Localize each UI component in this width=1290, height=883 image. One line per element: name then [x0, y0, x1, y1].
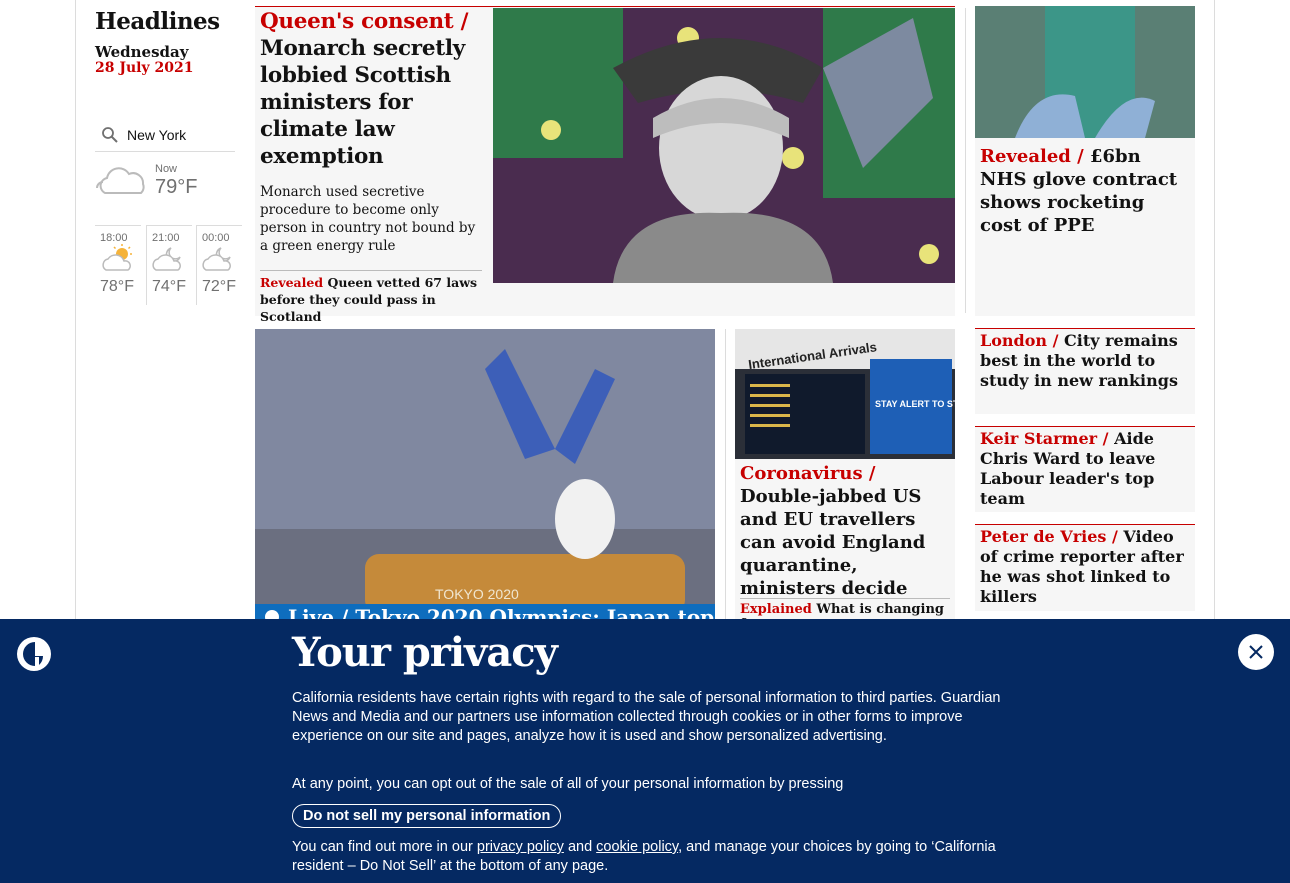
- forecast-time: 00:00: [202, 232, 230, 244]
- privacy-paragraph: California residents have certain rights…: [292, 690, 1001, 744]
- covid-kicker: Coronavirus /: [740, 463, 876, 484]
- weather-now-temp: 79°F: [155, 176, 198, 198]
- lead-standfirst: Monarch used secretive procedure to beco…: [260, 184, 476, 254]
- privacy-text: and: [567, 839, 593, 855]
- forecast-time: 21:00: [152, 232, 180, 244]
- location-input[interactable]: [127, 126, 232, 143]
- side-story-headline: Peter de Vries / Video of crime reporter…: [975, 527, 1195, 607]
- side-kicker: Revealed /: [980, 146, 1084, 167]
- current-day: Wednesday: [95, 43, 189, 61]
- side-story[interactable]: Keir Starmer / Aide Chris Ward to leave …: [975, 427, 1195, 512]
- lead-headline[interactable]: Queen's consent / Monarch secretly lobbi…: [260, 8, 485, 170]
- lead-sublink[interactable]: Revealed Queen vetted 67 laws before the…: [260, 270, 482, 325]
- side-story-headline: Keir Starmer / Aide Chris Ward to leave …: [975, 429, 1195, 509]
- cloudy-icon: [96, 167, 145, 194]
- olympics-image[interactable]: TOKYO 2020: [255, 329, 715, 619]
- privacy-text: You can find out more in our: [292, 839, 473, 855]
- covid-headline[interactable]: Coronavirus / Double-jabbed US and EU tr…: [740, 462, 952, 600]
- location-search[interactable]: [95, 118, 235, 152]
- privacy-paragraph: You can find out more in our privacy pol…: [292, 838, 1002, 876]
- section-title: Headlines: [95, 8, 220, 35]
- close-icon: [1249, 645, 1263, 659]
- do-not-sell-button[interactable]: Do not sell my personal information: [292, 804, 562, 828]
- side-kicker: London /: [980, 331, 1059, 350]
- cookie-policy-link[interactable]: cookie policy: [596, 839, 678, 855]
- side-kicker: Peter de Vries /: [980, 527, 1118, 546]
- side-story-headline: London / City remains best in the world …: [975, 331, 1195, 391]
- weather-now-label: Now: [155, 163, 178, 175]
- lead-headline-text: Monarch secretly lobbied Scottish minist…: [260, 36, 465, 169]
- side-story-headline: Revealed / £6bn NHS glove contract shows…: [975, 145, 1195, 237]
- forecast-slot: 18:00 78°F: [95, 225, 141, 305]
- lead-story-rule: [255, 6, 955, 7]
- covid-sub-kicker: Explained: [740, 602, 812, 617]
- queen-photo: [493, 8, 955, 283]
- forecast-slot: 21:00 74°F: [146, 225, 192, 305]
- forecast-temp: 72°F: [202, 278, 236, 295]
- forecast-slot: 00:00 72°F: [196, 225, 242, 305]
- privacy-paragraph: At any point, you can opt out of the sal…: [292, 776, 844, 792]
- ppe-photo: [975, 6, 1195, 138]
- covid-image[interactable]: International Arrivals STAY ALERT TO STA…: [735, 329, 955, 459]
- side-story[interactable]: Peter de Vries / Video of crime reporter…: [975, 525, 1195, 611]
- partly-sunny-icon: [102, 244, 132, 271]
- covid-headline-text: Double-jabbed US and EU travellers can a…: [740, 486, 926, 599]
- arrivals-board-photo: International Arrivals STAY ALERT TO STA…: [735, 329, 955, 459]
- cloudy-night-icon: [152, 247, 181, 271]
- forecast-temp: 74°F: [152, 278, 186, 295]
- forecast-time: 18:00: [100, 232, 128, 244]
- forecast-temp: 78°F: [100, 278, 134, 295]
- lead-image[interactable]: [493, 8, 955, 283]
- side-kicker: Keir Starmer /: [980, 429, 1109, 448]
- guardian-logo-icon: [17, 637, 51, 671]
- column-divider: [965, 8, 966, 313]
- current-date: 28 July 2021: [95, 60, 194, 76]
- side-story[interactable]: London / City remains best in the world …: [975, 329, 1195, 414]
- column-divider: [725, 329, 726, 619]
- stay-alert-sign-text: STAY ALERT TO STAY SAFE: [875, 399, 955, 409]
- olympics-image-text: TOKYO 2020: [435, 586, 519, 602]
- privacy-policy-link[interactable]: privacy policy: [477, 839, 564, 855]
- cloudy-night-icon: [202, 247, 231, 271]
- weather-now: Now 79°F: [95, 160, 235, 224]
- lead-sub-kicker: Revealed: [260, 275, 324, 290]
- close-banner-button[interactable]: [1238, 634, 1274, 670]
- side-story[interactable]: Revealed / £6bn NHS glove contract shows…: [975, 6, 1195, 316]
- lead-kicker: Queen's consent /: [260, 9, 469, 34]
- privacy-title: Your privacy: [292, 629, 558, 676]
- search-icon: [102, 126, 118, 143]
- privacy-banner: Your privacy California residents have c…: [0, 619, 1290, 883]
- gymnast-photo: TOKYO 2020: [255, 329, 715, 619]
